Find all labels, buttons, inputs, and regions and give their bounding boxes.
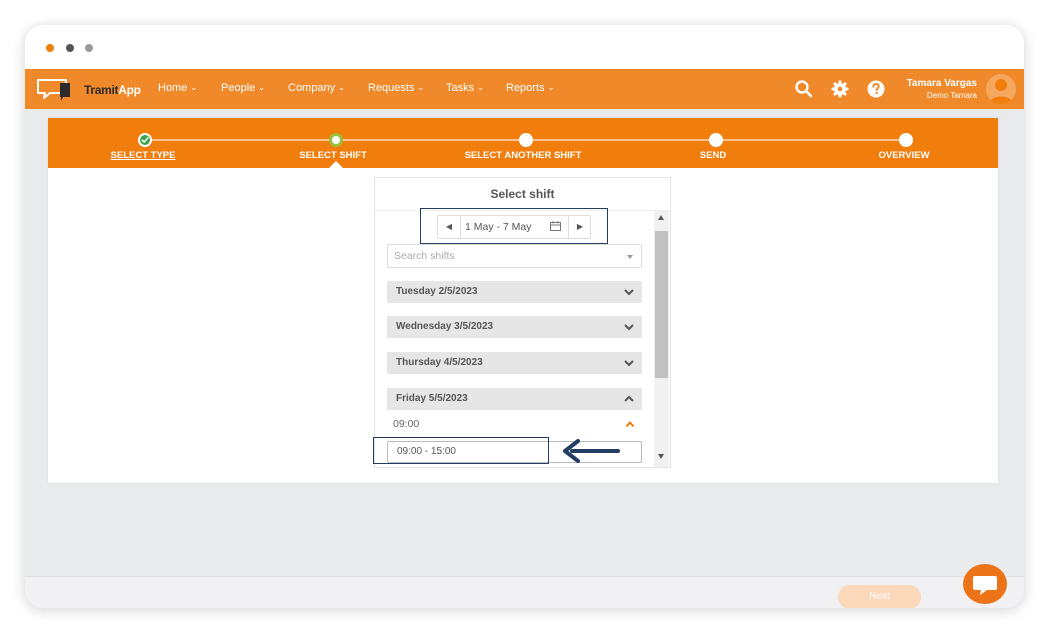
chevron-down-icon <box>624 324 634 331</box>
scrollbar-thumb[interactable] <box>655 231 668 378</box>
day-accordion-thursday[interactable]: Thursday 4/5/2023 <box>387 352 642 374</box>
logo-text: TramitApp <box>84 83 141 97</box>
window-close-dot[interactable] <box>46 44 54 52</box>
stepper: SELECT TYPE SELECT SHIFT SELECT ANOTHER … <box>48 118 998 168</box>
chevron-down-icon: ⌄ <box>190 83 198 92</box>
step-send: SEND <box>699 150 727 161</box>
chevron-down-icon: ⌄ <box>477 83 484 92</box>
highlight-date-range <box>420 208 608 244</box>
avatar[interactable] <box>986 74 1016 104</box>
chevron-down-icon <box>624 289 634 296</box>
step-select-another-shift: SELECT ANOTHER SHIFT <box>464 150 582 161</box>
chevron-down-icon: ⌄ <box>547 83 555 92</box>
user-avatar-icon <box>989 79 1013 104</box>
step-select-shift[interactable]: SELECT SHIFT <box>299 150 367 161</box>
scroll-down-arrow[interactable] <box>658 454 664 459</box>
nav-item-label: People <box>221 82 256 94</box>
dropdown-caret-icon <box>627 255 633 259</box>
nav-item-people[interactable]: People ⌄ <box>221 82 265 94</box>
day-label: Tuesday 2/5/2023 <box>396 286 478 297</box>
chevron-down-icon <box>624 360 634 367</box>
nav-item-label: Tasks <box>446 82 475 94</box>
window-maximize-dot[interactable] <box>85 44 93 52</box>
search-shifts-select[interactable]: Search shifts <box>387 244 642 268</box>
time-group-label: 09:00 <box>393 418 420 430</box>
step-circle-pending <box>709 133 723 147</box>
nav-item-label: Home <box>158 82 188 94</box>
top-navigation-bar: TramitApp Home ⌄ People ⌄ Company ⌄ Request… <box>25 69 1024 109</box>
nav-item-requests[interactable]: Requests ⌄ <box>368 82 424 94</box>
nav-item-reports[interactable]: Reports ⌄ <box>506 82 554 94</box>
day-label: Wednesday 3/5/2023 <box>396 321 494 332</box>
user-company: Demo Tamara <box>926 91 977 100</box>
chevron-down-icon: ⌄ <box>338 83 345 92</box>
step-circle-pending <box>899 133 913 147</box>
step-overview: OVERVIEW <box>878 150 930 161</box>
user-name[interactable]: Tamara Vargas <box>907 78 977 89</box>
footer-bar: Next <box>25 576 1024 608</box>
chat-support-button[interactable] <box>963 564 1007 604</box>
arrow-left-icon <box>563 439 620 463</box>
chevron-down-icon: ⌄ <box>417 83 425 92</box>
nav-item-label: Requests <box>368 82 415 94</box>
tramitapp-logo[interactable]: TramitApp <box>36 76 141 102</box>
highlight-shift-option <box>373 437 549 464</box>
day-accordion-wednesday[interactable]: Wednesday 3/5/2023 <box>387 316 642 338</box>
browser-window: TramitApp Home ⌄ People ⌄ Company ⌄ Request… <box>25 25 1024 608</box>
chat-icon <box>973 576 997 595</box>
scroll-up-arrow[interactable] <box>658 215 664 220</box>
search-icon[interactable] <box>794 79 814 99</box>
step-circle-pending <box>519 133 533 147</box>
logo-text-app: App <box>118 83 141 97</box>
day-accordion-tuesday[interactable]: Tuesday 2/5/2023 <box>387 281 642 303</box>
check-icon <box>141 137 149 143</box>
nav-item-label: Reports <box>506 82 545 94</box>
step-circle-done <box>138 133 152 147</box>
step-select-type[interactable]: SELECT TYPE <box>111 150 176 161</box>
request-panel: SELECT TYPE SELECT SHIFT SELECT ANOTHER … <box>48 118 998 483</box>
nav-item-home[interactable]: Home ⌄ <box>158 82 197 94</box>
window-titlebar <box>25 25 1024 69</box>
day-accordion-friday[interactable]: Friday 5/5/2023 <box>387 388 642 410</box>
gear-icon[interactable] <box>830 79 850 99</box>
nav-item-company[interactable]: Company ⌄ <box>288 82 345 94</box>
day-label: Thursday 4/5/2023 <box>396 357 483 368</box>
logo-text-tramit: Tramit <box>84 83 119 97</box>
chevron-up-icon <box>624 395 634 402</box>
nav-item-label: Company <box>288 82 336 94</box>
window-minimize-dot[interactable] <box>66 44 74 52</box>
search-shifts-placeholder: Search shifts <box>394 250 455 262</box>
card-title: Select shift <box>375 178 670 211</box>
current-step-caret <box>329 161 343 168</box>
step-circle-current <box>329 133 343 147</box>
next-button[interactable]: Next <box>838 585 921 608</box>
speech-bubble-logo-icon <box>37 79 70 101</box>
chevron-down-icon: ⌄ <box>258 83 265 92</box>
help-icon[interactable] <box>866 79 886 99</box>
nav-item-tasks[interactable]: Tasks ⌄ <box>446 82 484 94</box>
day-label: Friday 5/5/2023 <box>396 393 468 404</box>
chevron-up-icon[interactable] <box>625 420 635 428</box>
